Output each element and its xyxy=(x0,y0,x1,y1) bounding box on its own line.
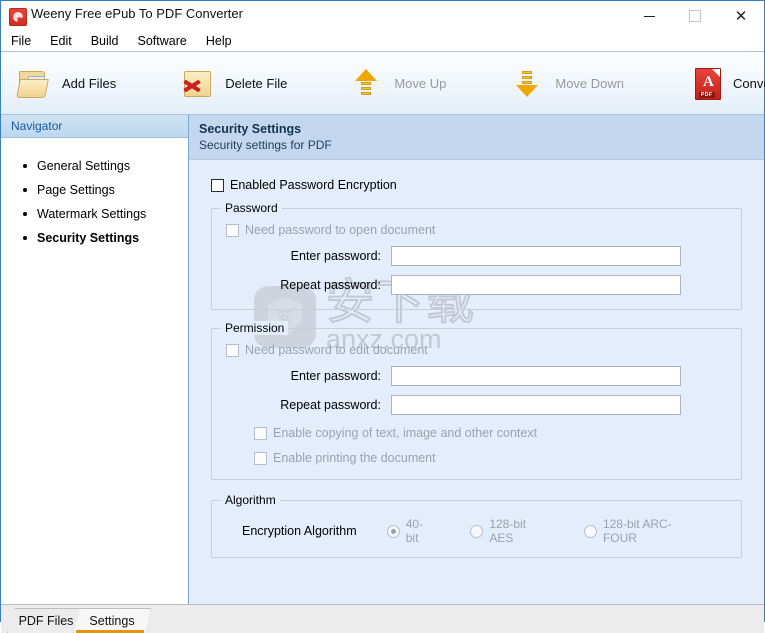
toolbar-convert-now-label: Convert Now! xyxy=(733,75,765,91)
content-header: Security Settings Security settings for … xyxy=(189,115,764,160)
menu-bar: File Edit Build Software Help xyxy=(1,31,764,51)
toolbar: Add Files Delete File Move Up Move Down … xyxy=(1,51,765,115)
sidebar-item-page-settings[interactable]: Page Settings xyxy=(23,178,188,202)
window-title: Weeny Free ePub To PDF Converter xyxy=(31,6,243,21)
enabled-password-encryption-row[interactable]: Enabled Password Encryption xyxy=(211,178,742,192)
algorithm-label: Encryption Algorithm xyxy=(242,524,357,538)
menu-help[interactable]: Help xyxy=(205,33,241,50)
algorithm-group: Algorithm Encryption Algorithm 40-bit 12… xyxy=(211,493,742,558)
password-group-legend: Password xyxy=(221,201,282,215)
navigator-panel: Navigator General Settings Page Settings… xyxy=(1,115,189,604)
need-password-open-label: Need password to open document xyxy=(245,223,436,237)
folder-delete-icon xyxy=(180,65,216,101)
password-repeat-row: Repeat password: xyxy=(226,275,727,295)
app-logo-icon xyxy=(9,8,27,26)
sidebar-item-general-settings[interactable]: General Settings xyxy=(23,154,188,178)
password-group: Password Need password to open document … xyxy=(211,201,742,310)
password-enter-row: Enter password: xyxy=(226,246,727,266)
need-password-open-checkbox[interactable] xyxy=(226,223,239,237)
enable-copy-checkbox[interactable] xyxy=(254,426,267,440)
password-enter-label: Enter password: xyxy=(290,249,381,263)
page-subtitle: Security settings for PDF xyxy=(199,138,332,152)
maximize-icon xyxy=(689,10,701,22)
password-repeat-label: Repeat password: xyxy=(280,278,381,292)
need-password-edit-label: Need password to edit document xyxy=(245,343,428,357)
algorithm-option-128aes[interactable]: 128-bit AES xyxy=(464,517,544,545)
sidebar-item-watermark-settings[interactable]: Watermark Settings xyxy=(23,202,188,226)
permission-repeat-row: Repeat password: xyxy=(226,395,727,415)
toolbar-convert-now[interactable]: APDF Convert Now! xyxy=(682,52,765,114)
algorithm-radio-128arcfour[interactable] xyxy=(583,524,597,538)
need-password-open-row[interactable]: Need password to open document xyxy=(226,223,727,237)
toolbar-move-down-label: Move Down xyxy=(555,75,625,91)
application-window: Weeny Free ePub To PDF Converter ✕ File … xyxy=(0,0,765,633)
toolbar-add-files[interactable]: Add Files xyxy=(11,52,122,114)
menu-file[interactable]: File xyxy=(10,33,40,50)
bottom-tab-strip: PDF Files Settings xyxy=(1,604,764,633)
menu-software[interactable]: Software xyxy=(137,33,196,50)
close-button[interactable]: ✕ xyxy=(718,1,764,31)
toolbar-delete-file-label: Delete File xyxy=(225,75,288,91)
minimize-button[interactable] xyxy=(626,1,672,31)
tab-pdf-files[interactable]: PDF Files xyxy=(7,608,85,633)
permission-repeat-label: Repeat password: xyxy=(280,398,381,412)
menu-build[interactable]: Build xyxy=(90,33,128,50)
permission-repeat-input[interactable] xyxy=(391,395,681,415)
password-enter-input[interactable] xyxy=(391,246,681,266)
need-password-edit-row[interactable]: Need password to edit document xyxy=(226,343,727,357)
toolbar-move-down[interactable]: Move Down xyxy=(504,52,630,114)
toolbar-move-up[interactable]: Move Up xyxy=(343,52,452,114)
title-bar: Weeny Free ePub To PDF Converter ✕ xyxy=(1,0,764,31)
algorithm-radio-128aes[interactable] xyxy=(470,524,484,538)
enable-copy-row[interactable]: Enable copying of text, image and other … xyxy=(254,426,727,440)
arrow-up-icon xyxy=(349,65,385,101)
algorithm-row: Encryption Algorithm 40-bit 128-bit AES … xyxy=(226,517,727,545)
algorithm-group-legend: Algorithm xyxy=(221,493,280,507)
toolbar-add-files-label: Add Files xyxy=(62,75,117,91)
password-repeat-input[interactable] xyxy=(391,275,681,295)
navigator-header: Navigator xyxy=(1,115,188,138)
enable-print-label: Enable printing the document xyxy=(273,451,436,465)
navigator-list: General Settings Page Settings Watermark… xyxy=(1,154,188,250)
toolbar-delete-file[interactable]: Delete File xyxy=(174,52,293,114)
algorithm-option-128arcfour[interactable]: 128-bit ARC-FOUR xyxy=(578,517,693,545)
sidebar-item-security-settings[interactable]: Security Settings xyxy=(23,226,188,250)
content-panel: Security Settings Security settings for … xyxy=(189,115,764,604)
folder-add-icon xyxy=(16,65,53,101)
enabled-password-encryption-label: Enabled Password Encryption xyxy=(230,178,397,192)
close-icon: ✕ xyxy=(734,6,748,25)
settings-form: Enabled Password Encryption Password Nee… xyxy=(189,160,764,558)
algorithm-option-40bit-label: 40-bit xyxy=(405,517,424,545)
enable-copy-label: Enable copying of text, image and other … xyxy=(273,426,538,440)
permission-group: Permission Need password to edit documen… xyxy=(211,321,742,480)
algorithm-option-40bit[interactable]: 40-bit xyxy=(381,517,431,545)
menu-edit[interactable]: Edit xyxy=(49,33,81,50)
maximize-button[interactable] xyxy=(672,1,718,31)
window-controls: ✕ xyxy=(626,1,764,31)
permission-enter-input[interactable] xyxy=(391,366,681,386)
need-password-edit-checkbox[interactable] xyxy=(226,343,239,357)
arrow-down-icon xyxy=(510,65,546,101)
algorithm-option-128arcfour-label: 128-bit ARC-FOUR xyxy=(602,517,672,545)
permission-enter-row: Enter password: xyxy=(226,366,727,386)
toolbar-move-up-label: Move Up xyxy=(394,75,447,91)
main-body: Navigator General Settings Page Settings… xyxy=(1,115,764,604)
enable-print-checkbox[interactable] xyxy=(254,451,267,465)
permission-group-legend: Permission xyxy=(221,321,289,335)
algorithm-radio-40bit[interactable] xyxy=(386,524,400,538)
pdf-icon: A PDF xyxy=(688,65,724,101)
page-title: Security Settings xyxy=(199,122,302,136)
enable-print-row[interactable]: Enable printing the document xyxy=(254,451,727,465)
minimize-icon xyxy=(643,15,655,17)
permission-enter-label: Enter password: xyxy=(290,369,381,383)
algorithm-option-128aes-label: 128-bit AES xyxy=(489,517,527,545)
enabled-password-encryption-checkbox[interactable] xyxy=(211,178,224,192)
